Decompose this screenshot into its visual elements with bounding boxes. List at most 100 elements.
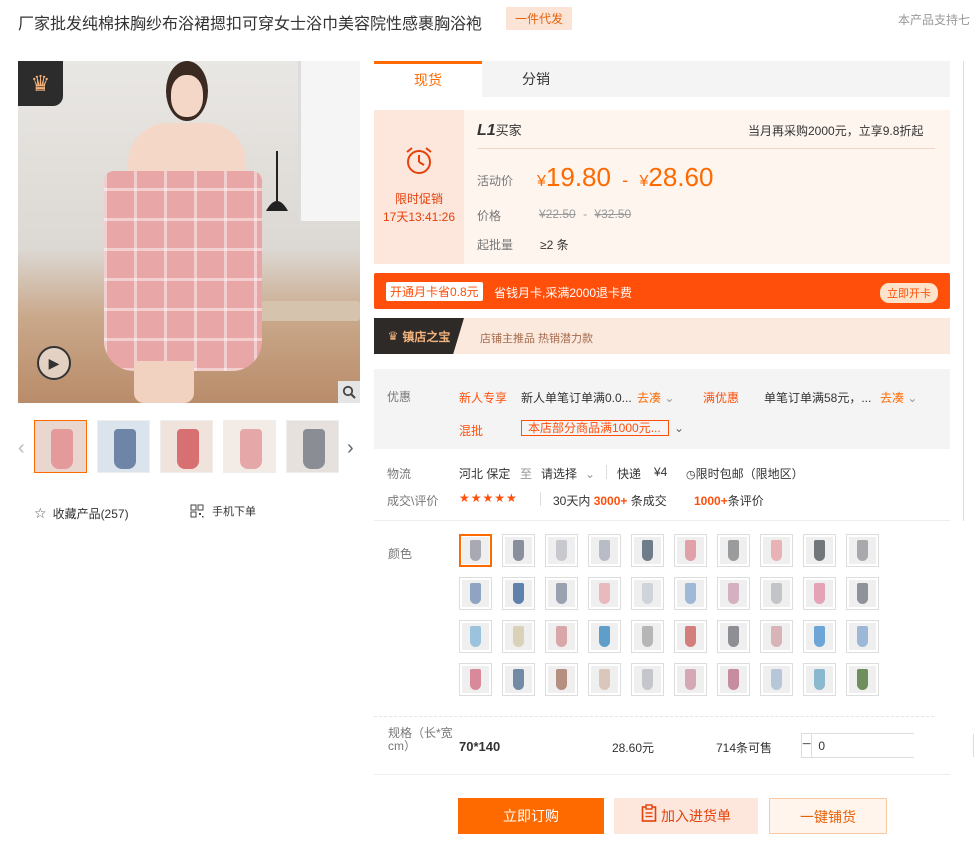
chevron-down-icon[interactable]: ⌄ [674, 421, 684, 435]
orig-price-high: 32.50 [601, 207, 632, 221]
swatch-image [763, 537, 790, 564]
review-count[interactable]: 1000+条评价 [694, 492, 764, 509]
swatch-image [763, 623, 790, 650]
color-swatch[interactable] [588, 534, 621, 567]
color-swatch[interactable] [502, 620, 535, 653]
color-swatch[interactable] [760, 663, 793, 696]
swatch-image [849, 623, 876, 650]
color-swatch[interactable] [717, 620, 750, 653]
swatch-image [505, 666, 532, 693]
color-swatch[interactable] [674, 577, 707, 610]
color-swatch[interactable] [846, 577, 879, 610]
full-discount-go-link[interactable]: 去凑 ⌄ [880, 389, 917, 406]
swatch-image [634, 537, 661, 564]
main-product-image[interactable] [18, 61, 360, 403]
ship-destination-select[interactable]: 请选择 ⌄ [541, 465, 595, 482]
color-swatch[interactable] [545, 663, 578, 696]
orig-price: ¥22.50 - ¥32.50 [539, 207, 632, 221]
color-swatch[interactable] [803, 534, 836, 567]
promo-label: 限时促销 [394, 192, 443, 206]
moq-value: ≥2 条 [540, 238, 569, 252]
thumbnail[interactable] [34, 420, 87, 473]
tab-distribution[interactable]: 分销 [482, 61, 590, 97]
swatch-image [763, 580, 790, 607]
decrease-button[interactable]: − [802, 734, 811, 757]
full-discount-text: 单笔订单满58元，... [764, 391, 872, 405]
offers-label: 优惠 [387, 390, 412, 404]
color-swatch[interactable] [502, 663, 535, 696]
swatch-image [548, 623, 575, 650]
swatch-image [548, 580, 575, 607]
color-swatch[interactable] [459, 620, 492, 653]
color-swatch[interactable] [803, 620, 836, 653]
activity-price-label: 活动价 [477, 174, 514, 188]
color-swatch[interactable] [846, 620, 879, 653]
color-swatch[interactable] [588, 663, 621, 696]
level-name: 买家 [495, 123, 522, 138]
color-swatch-grid [459, 534, 899, 696]
new-user-offer-tag: 新人专享 [459, 391, 508, 405]
color-swatch[interactable] [545, 534, 578, 567]
color-swatch[interactable] [502, 534, 535, 567]
shipping-fee: ¥4 [654, 465, 668, 479]
color-swatch[interactable] [674, 534, 707, 567]
mobile-order-button[interactable]: 手机下单 [190, 503, 256, 519]
color-swatch[interactable] [545, 577, 578, 610]
order-now-button[interactable]: 立即订购 [458, 798, 604, 834]
color-swatch[interactable] [674, 663, 707, 696]
mixed-batch-text[interactable]: 本店部分商品满1000元... [521, 420, 669, 436]
thumbnail[interactable] [286, 420, 339, 473]
open-card-button[interactable]: 立即开卡 [880, 283, 938, 303]
chevron-right-icon[interactable]: › [347, 437, 354, 460]
color-swatch[interactable] [502, 577, 535, 610]
play-icon[interactable]: ▶ [37, 346, 71, 380]
ship-to-word: 至 [520, 467, 533, 481]
rating-stars: ★★★★★ [459, 491, 518, 505]
color-swatch[interactable] [459, 534, 492, 567]
one-click-distribute-button[interactable]: 一键铺货 [769, 798, 887, 834]
color-swatch[interactable] [588, 577, 621, 610]
color-swatch[interactable] [717, 534, 750, 567]
magnifier-icon[interactable] [338, 381, 360, 403]
color-swatch[interactable] [760, 534, 793, 567]
color-swatch[interactable] [631, 577, 664, 610]
quantity-input[interactable] [811, 734, 974, 757]
swatch-image [462, 623, 489, 650]
color-swatch[interactable] [803, 663, 836, 696]
spec-divider [374, 716, 934, 717]
spec-label: 规格（长*宽cm） [388, 726, 453, 753]
treasure-title: 镇店之宝 [402, 329, 451, 344]
color-swatch[interactable] [459, 663, 492, 696]
color-swatch[interactable] [631, 663, 664, 696]
color-swatch[interactable] [717, 577, 750, 610]
color-swatch[interactable] [846, 663, 879, 696]
color-swatch[interactable] [674, 620, 707, 653]
add-to-cart-button[interactable]: 加入进货单 [614, 798, 758, 834]
thumbnail[interactable] [223, 420, 276, 473]
color-swatch[interactable] [717, 663, 750, 696]
thumbnail[interactable] [160, 420, 213, 473]
color-swatch[interactable] [459, 577, 492, 610]
tab-spot[interactable]: 现货 [374, 61, 482, 97]
color-swatch[interactable] [631, 534, 664, 567]
chevron-left-icon[interactable]: ‹ [18, 437, 25, 460]
new-user-go-link[interactable]: 去凑 ⌄ [637, 389, 674, 406]
color-swatch[interactable] [760, 620, 793, 653]
favorite-button[interactable]: ☆ 收藏产品(257) [34, 505, 129, 522]
swatch-image [720, 623, 747, 650]
clock-icon: ◷ [686, 469, 696, 481]
color-swatch[interactable] [588, 620, 621, 653]
color-swatch[interactable] [631, 620, 664, 653]
color-swatch[interactable] [803, 577, 836, 610]
tab-bar: 现货 分销 [374, 61, 950, 97]
swatch-image [548, 666, 575, 693]
color-swatch[interactable] [846, 534, 879, 567]
color-swatch[interactable] [760, 577, 793, 610]
thumbnail[interactable] [97, 420, 150, 473]
star-outline-icon: ☆ [34, 505, 47, 521]
crown-icon: ♛ [18, 61, 63, 106]
treasure-badge: ♛ 镇店之宝 [374, 318, 464, 354]
color-swatch[interactable] [545, 620, 578, 653]
swatch-image [634, 580, 661, 607]
review-number: 1000+ [694, 494, 728, 508]
